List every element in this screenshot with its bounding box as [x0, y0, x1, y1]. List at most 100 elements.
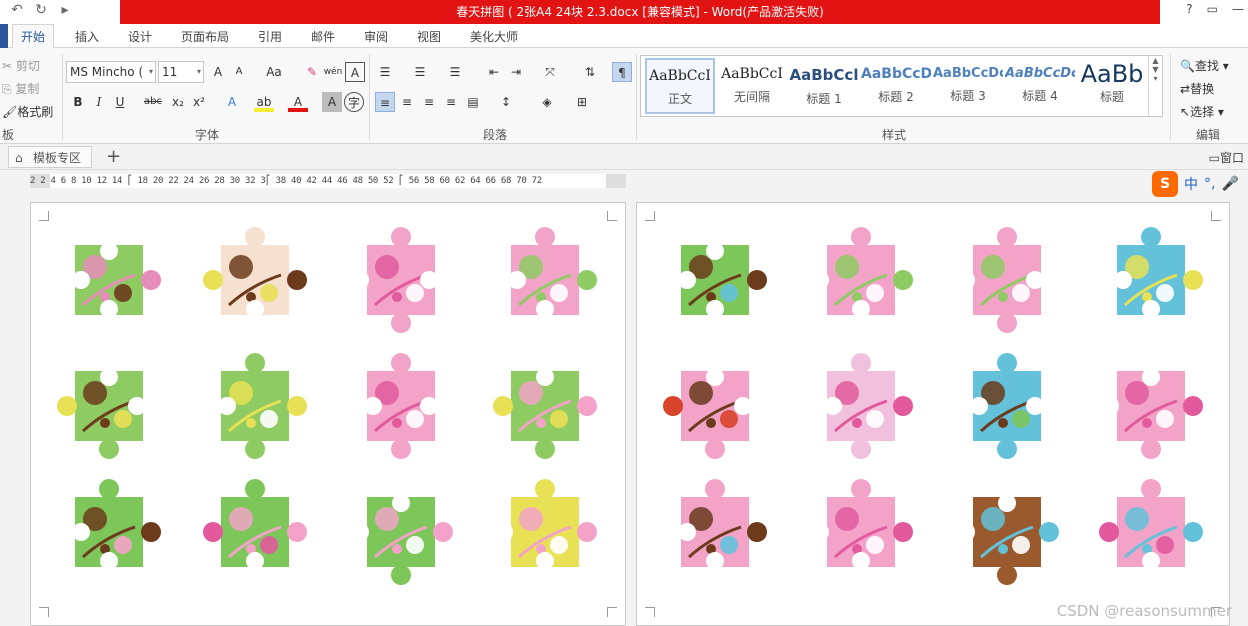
puzzle-piece[interactable] — [218, 353, 307, 459]
puzzle-piece[interactable] — [970, 353, 1044, 459]
format-painter-button[interactable]: 🖌格式刷 — [2, 103, 53, 120]
puzzle-piece[interactable] — [203, 227, 307, 318]
style-no-spacing[interactable]: AaBbCcI 无间隔 — [717, 58, 787, 114]
puzzle-piece[interactable] — [349, 494, 453, 585]
align-center-icon[interactable]: ≡ — [397, 92, 417, 112]
styles-scroll[interactable]: ▲ ▼ ▾ — [1148, 56, 1162, 116]
tab-design[interactable]: 设计 — [128, 28, 152, 45]
file-tab[interactable] — [0, 24, 8, 48]
puzzle-piece[interactable] — [364, 353, 438, 459]
style-normal[interactable]: AaBbCcI 正文 — [645, 58, 715, 114]
puzzle-piece[interactable] — [678, 479, 767, 570]
shading-icon[interactable]: ◈ — [537, 92, 557, 112]
tab-insert[interactable]: 插入 — [75, 28, 99, 45]
tab-mailings[interactable]: 邮件 — [311, 28, 335, 45]
ime-language[interactable]: 中 — [1184, 174, 1198, 194]
enclose-char-icon[interactable]: 字 — [344, 92, 364, 112]
redo-icon[interactable]: ↻ — [32, 2, 50, 18]
asian-layout-icon[interactable]: ⤧ — [540, 62, 560, 82]
tab-home[interactable]: 开始 — [12, 24, 55, 49]
increase-indent-icon[interactable]: ⇥ — [506, 62, 526, 82]
char-shading-icon[interactable]: A — [322, 92, 342, 112]
style-heading-4[interactable]: AaBbCcDc 标题 4 — [1005, 58, 1075, 114]
puzzle-piece[interactable] — [678, 242, 767, 318]
bold-button[interactable]: B — [68, 92, 88, 112]
horizontal-ruler[interactable]: 2 2 4 6 8 10 12 14 ⎡ 18 20 22 24 26 28 3… — [30, 174, 626, 188]
style-title[interactable]: AaBb 标题 — [1077, 58, 1147, 114]
tab-references[interactable]: 引用 — [258, 28, 282, 45]
window-title: 春天拼图 ( 2张A4 24块 2.3.docx [兼容模式] - Word(产… — [120, 0, 1160, 24]
puzzle-piece[interactable] — [1099, 479, 1203, 570]
puzzle-piece[interactable] — [57, 368, 146, 459]
puzzle-piece[interactable] — [663, 368, 752, 459]
puzzle-piece[interactable] — [824, 353, 913, 459]
tab-review[interactable]: 审阅 — [364, 28, 388, 45]
sort-icon[interactable]: ⇅ — [580, 62, 600, 82]
select-button[interactable]: ↖选择 ▾ — [1180, 103, 1224, 120]
restore-icon[interactable]: ▭ — [1207, 2, 1218, 16]
tab-view[interactable]: 视图 — [417, 28, 441, 45]
multilevel-list-icon[interactable]: ☰ — [445, 62, 465, 82]
line-spacing-icon[interactable]: ↕ — [496, 92, 516, 112]
justify-icon[interactable]: ≡ — [441, 92, 461, 112]
add-tab-button[interactable]: + — [106, 146, 121, 167]
puzzle-piece[interactable] — [203, 479, 307, 570]
change-case-button[interactable]: Aa — [260, 62, 288, 82]
show-marks-icon[interactable]: ¶ — [612, 62, 632, 82]
present-icon[interactable]: ▸ — [56, 2, 74, 18]
puzzle-piece[interactable] — [493, 368, 597, 459]
font-name-select[interactable]: MS Mincho (▾ — [66, 61, 156, 83]
phonetic-guide-button[interactable]: wén — [323, 62, 343, 82]
borders-icon[interactable]: ⊞ — [572, 92, 592, 112]
puzzle-piece[interactable] — [72, 479, 161, 570]
numbering-icon[interactable]: ☰ — [410, 62, 430, 82]
tab-beautify[interactable]: 美化大师 — [470, 28, 518, 45]
document-tabs: ⌂ 模板专区 + ▭窗口 — [0, 144, 1248, 170]
style-heading-2[interactable]: AaBbCcD 标题 2 — [861, 58, 931, 114]
grow-font-button[interactable]: A — [208, 62, 228, 82]
undo-icon[interactable]: ↶ — [8, 2, 26, 18]
font-size-select[interactable]: 11 ▾ — [158, 61, 204, 83]
highlight-icon[interactable]: ab — [254, 92, 274, 112]
underline-button[interactable]: U — [110, 92, 130, 112]
decrease-indent-icon[interactable]: ⇤ — [484, 62, 504, 82]
help-button[interactable]: ? — [1186, 2, 1192, 16]
style-heading-3[interactable]: AaBbCcDc 标题 3 — [933, 58, 1003, 114]
window-menu[interactable]: ▭窗口 — [1209, 149, 1244, 166]
puzzle-piece[interactable] — [349, 227, 438, 333]
align-left-icon[interactable]: ≡ — [375, 92, 395, 112]
puzzle-piece[interactable] — [1114, 227, 1203, 318]
puzzle-piece[interactable] — [1099, 368, 1203, 459]
font-color-icon[interactable]: A — [288, 92, 308, 112]
char-border-button[interactable]: A — [345, 62, 365, 82]
sogou-logo[interactable]: S — [1152, 171, 1178, 197]
cut-button[interactable]: ✂ 剪切 — [2, 57, 40, 74]
puzzle-piece[interactable] — [955, 494, 1059, 585]
replace-button[interactable]: ⇄替换 — [1180, 80, 1214, 97]
italic-button[interactable]: I — [89, 92, 109, 112]
puzzle-piece[interactable] — [493, 479, 597, 570]
page-corner-mark — [645, 607, 655, 617]
bullets-icon[interactable]: ☰ — [375, 62, 395, 82]
copy-button[interactable]: ⎘ 复制 — [2, 80, 39, 97]
minimize-button[interactable]: — — [1232, 2, 1244, 16]
distributed-icon[interactable]: ▤ — [463, 92, 483, 112]
tab-layout[interactable]: 页面布局 — [181, 28, 229, 45]
punctuation-icon[interactable]: °, — [1204, 176, 1215, 192]
superscript-button[interactable]: x² — [189, 92, 209, 112]
find-button[interactable]: 🔍查找 ▾ — [1180, 57, 1229, 74]
puzzle-piece[interactable] — [72, 242, 161, 318]
text-effects-icon[interactable]: A — [222, 92, 242, 112]
strikethrough-button[interactable]: abc — [140, 92, 166, 112]
shrink-font-button[interactable]: A — [229, 62, 249, 82]
puzzle-piece[interactable] — [508, 227, 597, 318]
puzzle-piece[interactable] — [809, 479, 913, 570]
clear-format-icon[interactable]: ✎ — [302, 62, 322, 82]
align-right-icon[interactable]: ≡ — [419, 92, 439, 112]
puzzle-piece[interactable] — [809, 227, 913, 318]
subscript-button[interactable]: x₂ — [168, 92, 188, 112]
template-zone-tab[interactable]: ⌂ 模板专区 — [8, 146, 93, 168]
style-heading-1[interactable]: AaBbCcl 标题 1 — [789, 58, 859, 114]
microphone-icon[interactable]: 🎤 — [1221, 176, 1238, 192]
puzzle-piece[interactable] — [955, 227, 1044, 333]
